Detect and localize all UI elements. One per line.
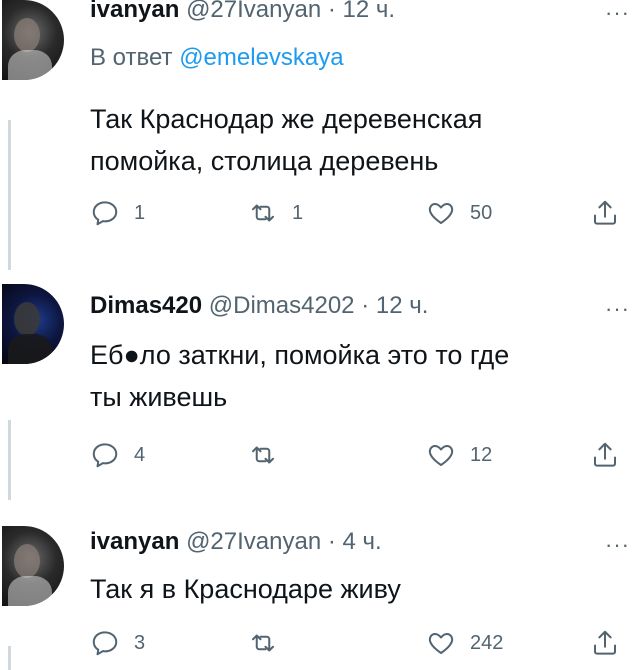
heart-icon — [428, 203, 454, 224]
tweet-time[interactable]: 4 ч. — [343, 528, 382, 555]
thread-line — [8, 420, 11, 500]
separator-dot: · — [327, 0, 336, 23]
tweet-text-line: Так Краснодар же деревенская — [90, 104, 483, 134]
share-icon — [594, 630, 616, 655]
share-button[interactable] — [590, 628, 620, 658]
tweet-header: ivanyan @27Ivanyan · 4 ч. — [90, 528, 382, 556]
reply-button[interactable]: 3 — [90, 628, 145, 658]
like-button[interactable]: 50 — [426, 198, 492, 228]
reply-button[interactable]: 1 — [90, 198, 145, 228]
avatar[interactable] — [2, 0, 64, 80]
more-icon[interactable]: ··· — [605, 298, 630, 320]
tweet-3[interactable]: ivanyan @27Ivanyan · 4 ч. ··· Так я в Кр… — [0, 500, 640, 670]
avatar-face — [14, 18, 40, 52]
avatar-body — [8, 50, 52, 80]
share-button[interactable] — [590, 440, 620, 470]
reply-icon — [92, 443, 118, 468]
reply-icon — [92, 201, 118, 226]
retweet-button[interactable] — [248, 628, 292, 658]
separator-dot: · — [327, 528, 336, 555]
tweet-text: Так Краснодар же деревенская помойка, ст… — [90, 98, 630, 182]
retweet-icon — [252, 634, 274, 652]
tweet-actions: 1 1 50 — [90, 198, 630, 234]
author-name[interactable]: ivanyan — [90, 528, 179, 555]
author-handle[interactable]: @27Ivanyan — [186, 528, 321, 555]
reply-button[interactable]: 4 — [90, 440, 145, 470]
thread-line — [8, 646, 11, 670]
more-icon[interactable]: ··· — [605, 534, 630, 556]
reply-icon — [92, 631, 118, 656]
tweet-text-line: ты живешь — [90, 382, 228, 412]
reply-to-line: В ответ @emelevskaya — [90, 44, 344, 72]
author-handle[interactable]: @Dimas4202 — [209, 292, 355, 319]
avatar-body — [8, 334, 52, 364]
avatar-body — [8, 576, 52, 606]
more-icon[interactable]: ··· — [605, 2, 630, 24]
like-button[interactable]: 12 — [426, 440, 492, 470]
tweet-text: Так я в Краснодаре живу — [90, 568, 630, 610]
retweet-button[interactable] — [248, 440, 292, 470]
avatar-face — [14, 302, 40, 336]
tweet-text-line: Так я в Краснодаре живу — [90, 574, 401, 604]
reply-to-label: В ответ — [90, 44, 173, 71]
tweet-actions: 4 12 — [90, 440, 630, 476]
tweet-time[interactable]: 12 ч. — [343, 0, 396, 23]
reply-count: 3 — [134, 631, 146, 654]
author-name[interactable]: ivanyan — [90, 0, 179, 23]
like-count: 242 — [470, 631, 504, 654]
like-count: 50 — [470, 201, 493, 224]
retweet-icon — [252, 204, 274, 222]
tweet-1[interactable]: ivanyan @27Ivanyan · 12 ч. ··· В ответ @… — [0, 0, 640, 270]
tweet-header: Dimas420 @Dimas4202 · 12 ч. — [90, 292, 428, 320]
like-button[interactable]: 242 — [426, 628, 503, 658]
heart-icon — [428, 633, 454, 654]
retweet-button[interactable]: 1 — [248, 198, 303, 228]
author-handle[interactable]: @27Ivanyan — [186, 0, 321, 23]
avatar[interactable] — [2, 526, 64, 606]
tweet-text-line: Еб●ло заткни, помойка это то где — [90, 340, 510, 370]
share-icon — [594, 442, 616, 467]
tweet-actions: 3 242 — [90, 628, 630, 664]
avatar[interactable] — [2, 284, 64, 364]
retweet-count: 1 — [292, 201, 304, 224]
like-count: 12 — [470, 443, 493, 466]
tweet-2[interactable]: Dimas420 @Dimas4202 · 12 ч. ··· Еб●ло за… — [0, 270, 640, 500]
reply-to-mention[interactable]: @emelevskaya — [179, 44, 343, 71]
heart-icon — [428, 445, 454, 466]
share-button[interactable] — [590, 198, 620, 228]
author-name[interactable]: Dimas420 — [90, 292, 202, 319]
tweet-time[interactable]: 12 ч. — [376, 292, 429, 319]
thread-line — [8, 120, 11, 270]
share-icon — [594, 200, 616, 225]
reply-count: 1 — [134, 201, 146, 224]
avatar-face — [14, 544, 40, 578]
separator-dot: · — [361, 292, 370, 319]
reply-count: 4 — [134, 443, 146, 466]
tweet-header: ivanyan @27Ivanyan · 12 ч. — [90, 0, 395, 24]
tweet-text-line: помойка, столица деревень — [90, 146, 439, 176]
tweet-text: Еб●ло заткни, помойка это то где ты живе… — [90, 334, 630, 418]
retweet-icon — [252, 446, 274, 464]
